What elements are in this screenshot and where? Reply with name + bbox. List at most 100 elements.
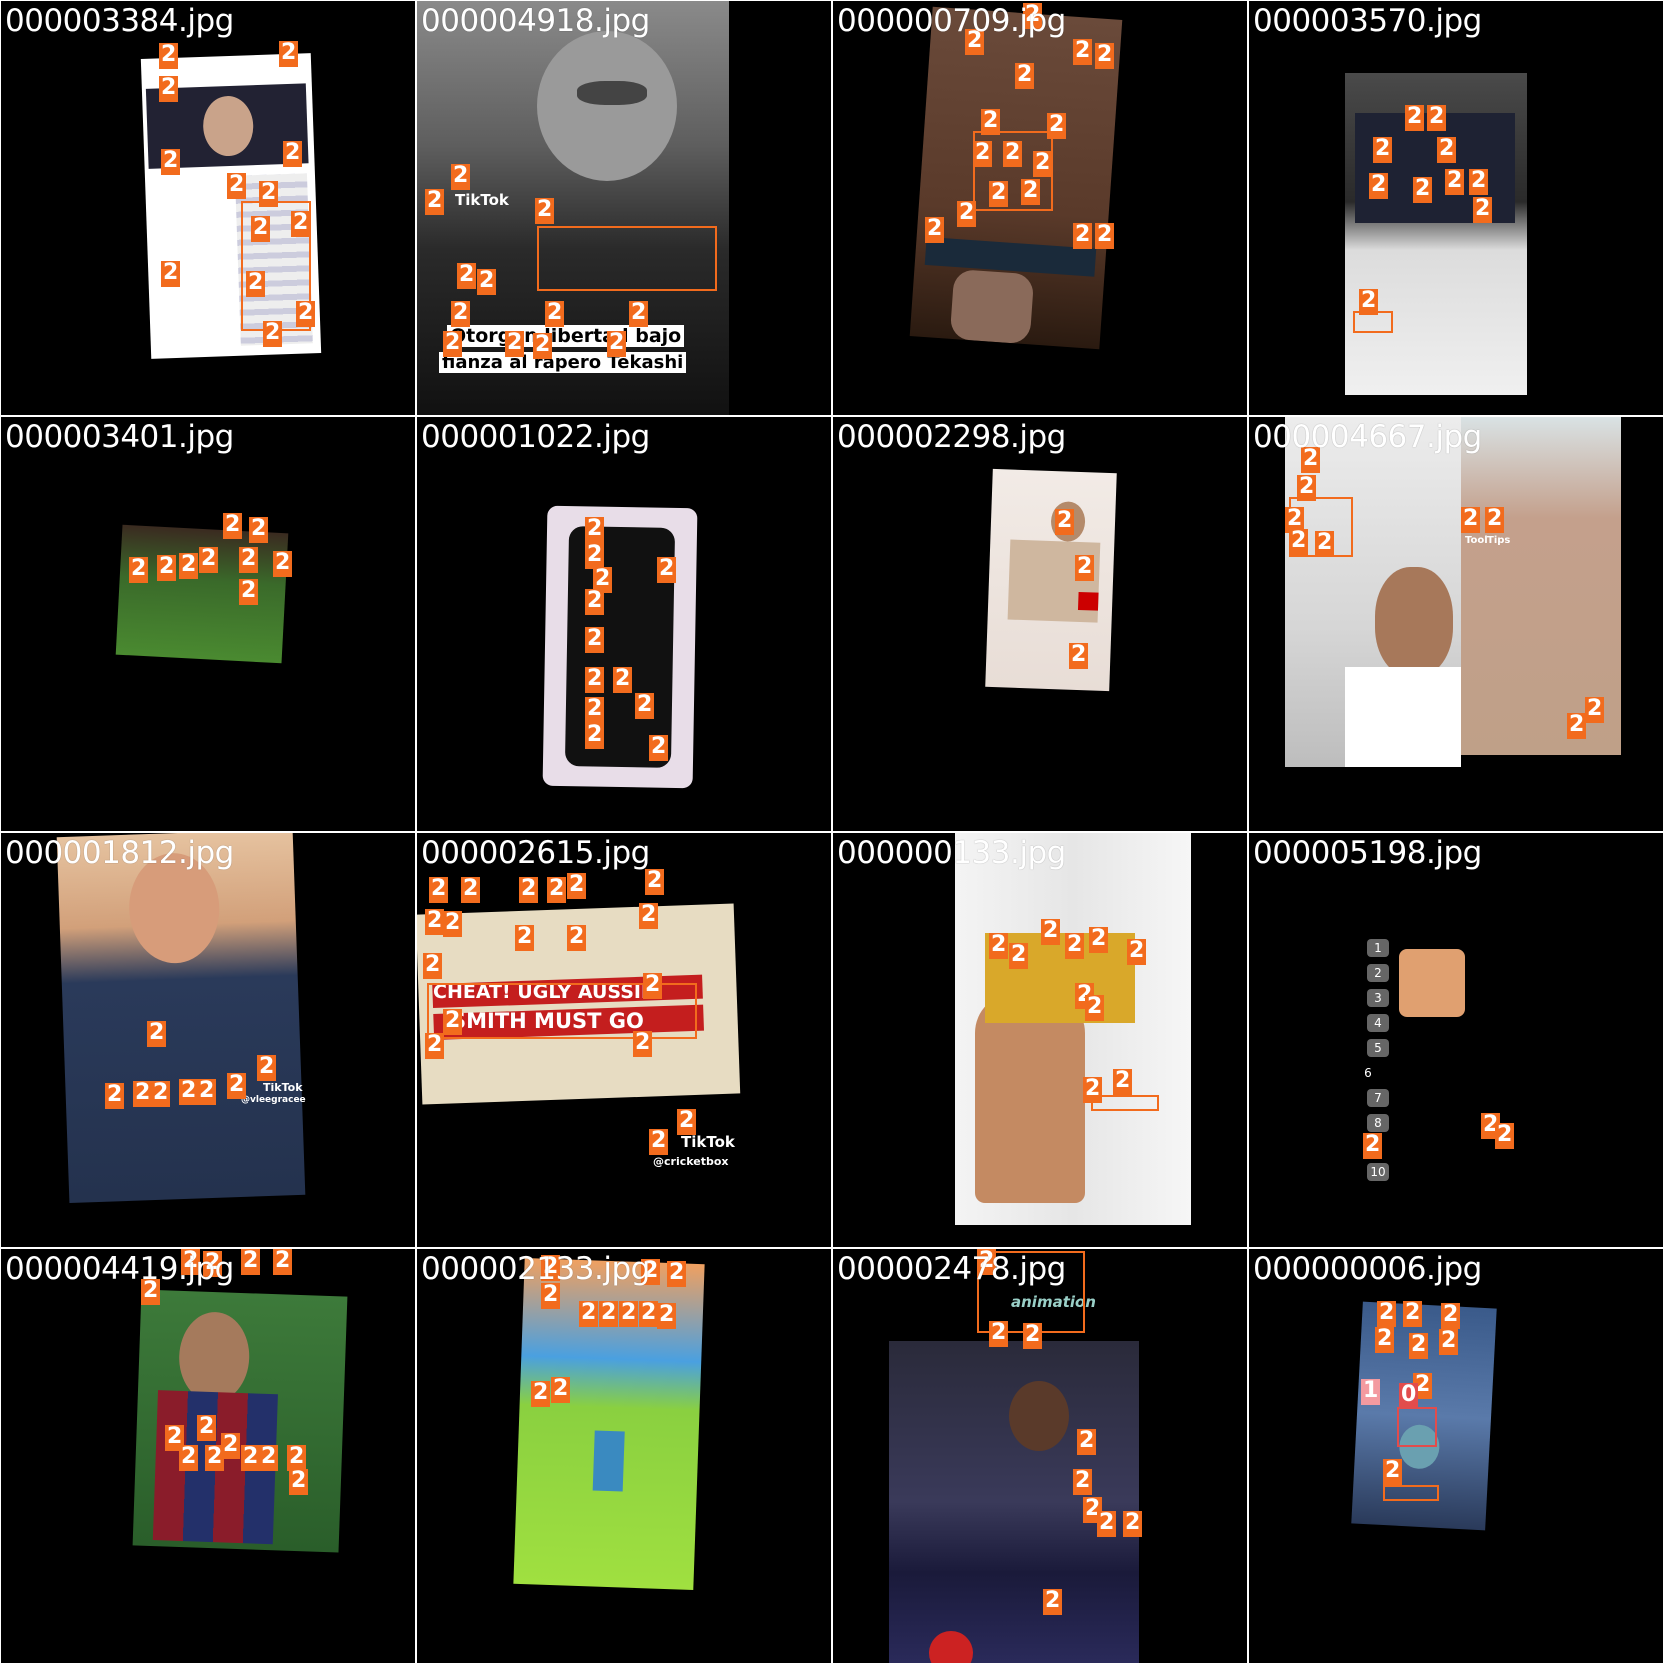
class-label: 2: [1085, 994, 1105, 1021]
class-label: 2: [425, 908, 445, 935]
tile-filename: 000003384.jpg: [5, 3, 234, 39]
class-label: 2: [1047, 112, 1067, 139]
rank-badge: 7: [1367, 1089, 1389, 1107]
class-label: 2: [251, 215, 271, 242]
class-label: 1: [1361, 1378, 1381, 1405]
rank-badge: 10: [1367, 1163, 1389, 1181]
class-label: 2: [296, 300, 316, 327]
class-label: 2: [1439, 1328, 1459, 1355]
class-label: 2: [283, 140, 303, 167]
tile-000003401: 000003401.jpg 2 2 2 2 2 2 2 2 2: [1, 417, 415, 831]
class-label: 2: [161, 148, 181, 175]
class-label: 2: [273, 550, 293, 577]
class-label: 2: [1377, 1300, 1397, 1327]
tile-filename: 000000709.jpg: [837, 3, 1066, 39]
tile-000005198: 000005198.jpg 1 2 3 4 5 6 7 8 10 2 2 2: [1249, 833, 1663, 1247]
class-label: 2: [545, 300, 565, 327]
class-label: 2: [1021, 178, 1041, 205]
class-label: 2: [1567, 712, 1587, 739]
class-label: 2: [585, 722, 605, 749]
tile-000001022: 000001022.jpg 2 2 2 2 2 2 2 2 2 2 2 2: [417, 417, 831, 831]
side-label: Tool: [1465, 535, 1488, 546]
class-label: 2: [1383, 1458, 1403, 1485]
class-label: 2: [1297, 474, 1317, 501]
class-label: 2: [1359, 288, 1379, 315]
tile-000002615: 000002615.jpg CHEAT! UGLY AUSSIE! SMITH …: [417, 833, 831, 1247]
class-label: 2: [1409, 1332, 1429, 1359]
tile-filename: 000003570.jpg: [1253, 3, 1482, 39]
class-label: 2: [239, 546, 259, 573]
class-label: 2: [451, 163, 471, 190]
class-label: 2: [639, 902, 659, 929]
caption-line: fianza al rapero Tekashi: [439, 352, 687, 373]
class-label: 2: [649, 1128, 669, 1155]
class-label: 2: [241, 1249, 261, 1275]
class-label: 2: [161, 260, 181, 287]
class-label: 2: [147, 1020, 167, 1047]
bbox: [1383, 1485, 1439, 1501]
tile-filename: 000002478.jpg: [837, 1251, 1066, 1287]
class-label: 2: [629, 300, 649, 327]
tile-image: [985, 468, 1117, 692]
class-label: 2: [599, 1300, 619, 1327]
side-label: Tips: [1487, 535, 1511, 546]
tile-000000006: 000000006.jpg 2 2 2 2 2 2 2 2 1 0: [1249, 1249, 1663, 1663]
class-label: 2: [1003, 140, 1023, 167]
class-label: 2: [221, 1432, 241, 1459]
class-label: 2: [1445, 168, 1465, 195]
class-label: 2: [973, 140, 993, 167]
class-label: 2: [613, 666, 633, 693]
class-label: 2: [291, 210, 311, 237]
tile-image: [1399, 949, 1465, 1017]
tile-image: [132, 1289, 348, 1553]
tile-filename: 000002298.jpg: [837, 419, 1066, 455]
tile-image: [542, 505, 698, 789]
class-label: 2: [989, 932, 1009, 959]
tile-filename: 000001022.jpg: [421, 419, 650, 455]
tile-filename: 000002133.jpg: [421, 1251, 650, 1287]
class-label: 2: [263, 320, 283, 347]
class-label: 2: [227, 172, 247, 199]
class-label: 2: [1075, 554, 1095, 581]
tile-filename: 000004419.jpg: [5, 1251, 234, 1287]
class-label: 2: [249, 516, 269, 543]
tile-000000133: 000000133.jpg 2 2 2 2 2 2 2 2 2 2: [833, 833, 1247, 1247]
tile-000002478: 000002478.jpg animation 2 2 2 2 2 2 2 2 …: [833, 1249, 1247, 1663]
rank-badge: 4: [1367, 1014, 1389, 1032]
class-label: 2: [649, 734, 669, 761]
class-label: 2: [551, 1376, 571, 1403]
class-label: 2: [1043, 1588, 1063, 1615]
class-label: 2: [239, 578, 259, 605]
bbox: [537, 226, 717, 291]
class-label: 2: [1033, 150, 1053, 177]
class-label: 2: [533, 332, 553, 359]
class-label: 2: [179, 552, 199, 579]
class-label: 2: [199, 546, 219, 573]
class-label: 2: [1461, 506, 1481, 533]
class-label: 2: [259, 1444, 279, 1471]
tile-000004419: 000004419.jpg 2 2 2 2 2 2 2 2 2 2 2 2 2 …: [1, 1249, 415, 1663]
class-label: 2: [1127, 938, 1147, 965]
class-label: 2: [639, 1300, 659, 1327]
class-label: 2: [585, 696, 605, 723]
class-label: 2: [567, 872, 587, 899]
class-label: 2: [1113, 1068, 1133, 1095]
class-label: 2: [505, 330, 525, 357]
class-label: 2: [981, 108, 1001, 135]
class-label: 2: [1095, 42, 1115, 69]
class-label: 2: [443, 910, 463, 937]
class-label: 2: [443, 1008, 463, 1035]
tile-image: [56, 833, 306, 1204]
tile-000003384: 000003384.jpg 2 2 2 2 2 2 2 2 2 2 2 2 2: [1, 1, 415, 415]
class-label: 2: [1403, 1300, 1423, 1327]
class-label: 2: [1123, 1510, 1143, 1537]
class-label: 2: [1413, 176, 1433, 203]
class-label: 2: [1015, 62, 1035, 89]
class-label: 2: [957, 200, 977, 227]
class-label: 2: [1089, 926, 1109, 953]
class-label: 2: [607, 330, 627, 357]
class-label: 2: [1073, 38, 1093, 65]
class-label: 2: [279, 40, 299, 67]
class-label: 2: [157, 554, 177, 581]
rank-badge: 3: [1367, 989, 1389, 1007]
